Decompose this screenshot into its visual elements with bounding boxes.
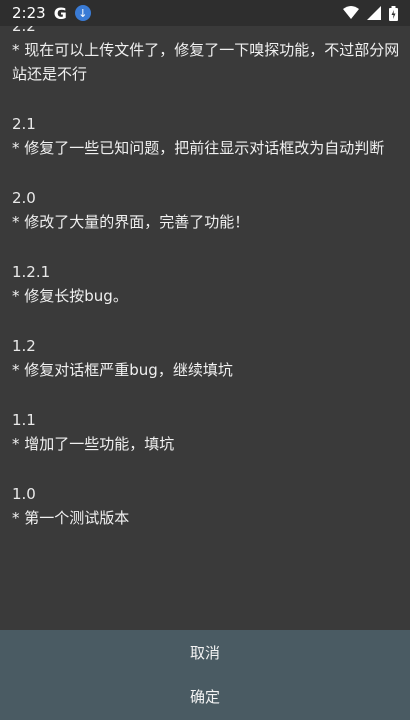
version-note: * 第一个测试版本 — [12, 509, 130, 527]
changelog-entry: 2.2 * 现在可以上传文件了，修复了一下嗅探功能，不过部分网站还是不行 — [12, 26, 400, 86]
battery-icon — [389, 5, 398, 21]
version-note: * 现在可以上传文件了，修复了一下嗅探功能，不过部分网站还是不行 — [12, 41, 400, 83]
version-number: 1.2 — [12, 337, 36, 355]
version-note: * 增加了一些功能，填坑 — [12, 435, 175, 453]
version-note: * 修复了一些已知问题，把前往显示对话框改为自动判断 — [12, 139, 385, 157]
version-note: * 修复对话框严重bug，继续填坑 — [12, 361, 233, 379]
dialog-button-bar: 取消 确定 — [0, 630, 410, 720]
version-number: 2.1 — [12, 115, 36, 133]
changelog-entry: 2.1 * 修复了一些已知问题，把前往显示对话框改为自动判断 — [12, 112, 400, 160]
version-note: * 修改了大量的界面，完善了功能！ — [12, 213, 250, 231]
signal-icon — [367, 6, 381, 20]
version-number: 2.2 — [12, 26, 36, 35]
version-number: 1.1 — [12, 411, 36, 429]
google-icon: G — [53, 3, 67, 23]
wifi-icon — [343, 6, 359, 19]
changelog-entry: 1.1 * 增加了一些功能，填坑 — [12, 408, 400, 456]
changelog-entry: 1.2.1 * 修复长按bug。 — [12, 260, 400, 308]
status-left: 2:23 G ↓ — [12, 4, 91, 23]
status-bar: 2:23 G ↓ — [0, 0, 410, 26]
confirm-button[interactable]: 确定 — [0, 674, 410, 718]
changelog-entry: 1.0 * 第一个测试版本 — [12, 482, 400, 530]
status-right — [343, 5, 398, 21]
changelog-content[interactable]: 2.2 * 现在可以上传文件了，修复了一下嗅探功能，不过部分网站还是不行 2.1… — [0, 26, 410, 630]
version-note: * 修复长按bug。 — [12, 287, 128, 305]
cancel-button[interactable]: 取消 — [0, 630, 410, 674]
version-number: 1.2.1 — [12, 263, 51, 281]
changelog-entry: 2.0 * 修改了大量的界面，完善了功能！ — [12, 186, 400, 234]
version-number: 2.0 — [12, 189, 36, 207]
changelog-entry: 1.2 * 修复对话框严重bug，继续填坑 — [12, 334, 400, 382]
download-icon: ↓ — [74, 5, 91, 21]
status-time: 2:23 — [12, 4, 46, 22]
version-number: 1.0 — [12, 485, 36, 503]
